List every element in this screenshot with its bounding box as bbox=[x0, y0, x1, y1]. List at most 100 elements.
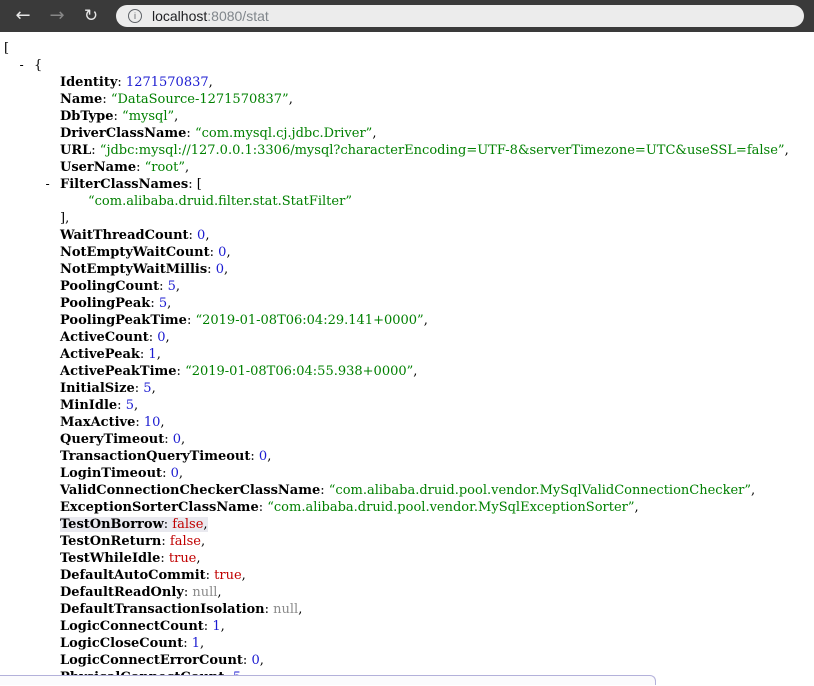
line-content: MaxActive: 10, bbox=[60, 415, 165, 430]
json-line: WaitThreadCount: 0, bbox=[0, 227, 814, 244]
json-colon: : bbox=[162, 466, 171, 481]
json-colon: : bbox=[207, 262, 216, 277]
json-key: DefaultTransactionIsolation bbox=[60, 602, 265, 617]
json-line: -{ bbox=[0, 57, 814, 74]
json-colon: : bbox=[206, 568, 215, 583]
json-line: PoolingCount: 5, bbox=[0, 278, 814, 295]
json-colon: : bbox=[91, 143, 100, 158]
json-punct: { bbox=[34, 58, 42, 73]
json-colon: : bbox=[117, 398, 126, 413]
json-colon: : bbox=[186, 126, 195, 141]
json-value-string: “root” bbox=[145, 160, 185, 175]
line-content: LoginTimeout: 0, bbox=[60, 466, 183, 481]
json-line: TestWhileIdle: true, bbox=[0, 550, 814, 567]
json-key: LogicCloseCount bbox=[60, 636, 183, 651]
json-value-number: 0 bbox=[157, 330, 165, 345]
json-colon: : bbox=[259, 500, 268, 515]
address-bar[interactable]: i localhost:8080/stat bbox=[116, 5, 804, 27]
back-icon[interactable]: ← bbox=[10, 0, 36, 32]
json-value-number: 1 bbox=[192, 636, 200, 651]
json-colon: : bbox=[149, 330, 158, 345]
json-comma: , bbox=[196, 551, 200, 566]
line-content: ExceptionSorterClassName: “com.alibaba.d… bbox=[60, 500, 639, 515]
line-content: [ bbox=[4, 41, 9, 56]
json-comma: , bbox=[174, 109, 178, 124]
json-line: LogicConnectErrorCount: 0, bbox=[0, 652, 814, 669]
json-colon: : bbox=[188, 177, 197, 192]
json-comma: , bbox=[205, 228, 209, 243]
json-key: Name bbox=[60, 92, 102, 107]
json-colon: : bbox=[320, 483, 329, 498]
json-key: LogicConnectErrorCount bbox=[60, 653, 243, 668]
json-line: PoolingPeakTime: “2019-01-08T06:04:29.14… bbox=[0, 312, 814, 329]
forward-icon[interactable]: → bbox=[44, 0, 70, 32]
json-comma: , bbox=[179, 466, 183, 481]
collapse-toggle-icon[interactable]: - bbox=[44, 176, 60, 193]
json-key: TransactionQueryTimeout bbox=[60, 449, 250, 464]
line-content: ActiveCount: 0, bbox=[60, 330, 170, 345]
json-value-number: 0 bbox=[251, 653, 259, 668]
url-path: :8080/stat bbox=[207, 8, 269, 24]
line-content: Identity: 1271570837, bbox=[60, 75, 213, 90]
json-key: DriverClassName bbox=[60, 126, 186, 141]
json-comma: , bbox=[242, 568, 246, 583]
json-comma: , bbox=[424, 313, 428, 328]
json-comma: , bbox=[201, 534, 205, 549]
line-content: DefaultReadOnly: null, bbox=[60, 585, 222, 600]
json-line: ActivePeakTime: “2019-01-08T06:04:55.938… bbox=[0, 363, 814, 380]
json-key: QueryTimeout bbox=[60, 432, 164, 447]
json-line: -FilterClassNames: [ bbox=[0, 176, 814, 193]
page-info-icon[interactable]: i bbox=[128, 9, 142, 23]
json-key: LoginTimeout bbox=[60, 466, 162, 481]
line-content: ValidConnectionCheckerClassName: “com.al… bbox=[60, 483, 755, 498]
json-value-number: 5 bbox=[159, 296, 167, 311]
browser-toolbar: ← → ↻ i localhost:8080/stat bbox=[0, 0, 814, 32]
json-line: ActiveCount: 0, bbox=[0, 329, 814, 346]
json-colon: : bbox=[160, 551, 169, 566]
json-line: DefaultReadOnly: null, bbox=[0, 584, 814, 601]
json-comma: , bbox=[221, 619, 225, 634]
json-line: DefaultTransactionIsolation: null, bbox=[0, 601, 814, 618]
json-comma: , bbox=[289, 92, 293, 107]
line-content: Name: “DataSource-1271570837”, bbox=[60, 92, 293, 107]
json-key: ExceptionSorterClassName bbox=[60, 500, 259, 515]
json-colon: : bbox=[177, 364, 186, 379]
json-value-string: “com.alibaba.druid.pool.vendor.MySqlExce… bbox=[267, 500, 634, 515]
collapse-toggle-icon[interactable]: - bbox=[18, 57, 34, 74]
json-value-number: 0 bbox=[259, 449, 267, 464]
json-colon: : bbox=[150, 296, 159, 311]
json-comma: , bbox=[209, 75, 213, 90]
line-content: TransactionQueryTimeout: 0, bbox=[60, 449, 271, 464]
json-colon: : bbox=[102, 92, 111, 107]
json-line: LogicCloseCount: 1, bbox=[0, 635, 814, 652]
json-comma: , bbox=[176, 279, 180, 294]
json-comma: , bbox=[160, 415, 164, 430]
json-line: InitialSize: 5, bbox=[0, 380, 814, 397]
json-value-boolean: false bbox=[170, 534, 201, 549]
json-key: MinIdle bbox=[60, 398, 117, 413]
line-content: DefaultTransactionIsolation: null, bbox=[60, 602, 302, 617]
json-colon: : bbox=[117, 75, 126, 90]
json-line: LoginTimeout: 0, bbox=[0, 465, 814, 482]
json-line: UserName: “root”, bbox=[0, 159, 814, 176]
json-colon: : bbox=[183, 636, 192, 651]
line-content: InitialSize: 5, bbox=[60, 381, 156, 396]
json-comma: , bbox=[751, 483, 755, 498]
json-line: DriverClassName: “com.mysql.cj.jdbc.Driv… bbox=[0, 125, 814, 142]
line-content: MinIdle: 5, bbox=[60, 398, 138, 413]
json-open-bracket: [ bbox=[197, 177, 202, 192]
json-key: NotEmptyWaitCount bbox=[60, 245, 210, 260]
reload-icon[interactable]: ↻ bbox=[78, 0, 104, 32]
json-value-number: 10 bbox=[144, 415, 161, 430]
json-value-boolean: true bbox=[214, 568, 242, 583]
json-comma: , bbox=[166, 330, 170, 345]
json-key: ActiveCount bbox=[60, 330, 149, 345]
json-line: “com.alibaba.druid.filter.stat.StatFilte… bbox=[0, 193, 814, 210]
json-value-number: 1 bbox=[212, 619, 220, 634]
json-comma: , bbox=[152, 381, 156, 396]
line-content: WaitThreadCount: 0, bbox=[60, 228, 209, 243]
json-comma: , bbox=[635, 500, 639, 515]
json-value-number: 5 bbox=[126, 398, 134, 413]
json-value-null: null bbox=[273, 602, 298, 617]
json-key: InitialSize bbox=[60, 381, 135, 396]
